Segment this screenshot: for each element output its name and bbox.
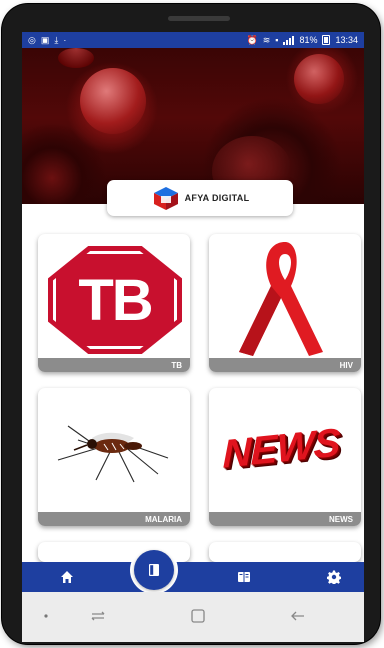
tile-grid: TB TB HIV MALARIA NEWS NEWS — [22, 204, 364, 562]
tile-news[interactable]: NEWS NEWS — [209, 388, 361, 526]
book-icon[interactable] — [237, 570, 251, 584]
tile-hiv[interactable]: HIV — [209, 234, 361, 372]
bookmark-fab-button[interactable] — [134, 550, 174, 590]
tile-label: MALARIA — [38, 512, 190, 526]
bottom-nav-bar — [22, 562, 364, 592]
tile-label: HIV — [209, 358, 361, 372]
battery-icon — [322, 35, 331, 45]
signal-icon — [283, 35, 295, 45]
dot-icon: · — [63, 34, 67, 45]
tile-malaria[interactable]: MALARIA — [38, 388, 190, 526]
tile-tb[interactable]: TB TB — [38, 234, 190, 372]
app-brand-name: AFYA DIGITAL — [184, 193, 250, 203]
status-bar: ◎ ▣ ⤓ · ⏰ ≋ ▪ 81% 13:34 — [22, 32, 364, 48]
back-arrow-icon[interactable] — [288, 606, 308, 626]
tile-label: TB — [38, 358, 190, 372]
tb-sign-text: TB — [53, 251, 177, 349]
bookmark-icon — [149, 564, 159, 576]
news-graphic-text: NEWS — [222, 420, 340, 477]
virus-particle — [294, 54, 344, 104]
system-nav-bar — [22, 592, 364, 642]
sim-icon: ▪ — [275, 34, 279, 45]
app-logo-card: AFYA DIGITAL — [107, 180, 293, 216]
image-icon: ▣ — [40, 34, 50, 45]
home-icon[interactable] — [60, 570, 74, 584]
virus-particle — [58, 48, 94, 68]
gear-icon[interactable] — [327, 570, 341, 584]
alarm-icon: ⏰ — [246, 34, 258, 45]
awareness-ribbon-icon — [239, 242, 323, 356]
recent-apps-icon[interactable] — [88, 606, 108, 626]
download-icon: ⤓ — [54, 34, 59, 45]
speaker-grille — [168, 16, 230, 21]
whatsapp-icon: ◎ — [28, 34, 36, 45]
clock: 13:34 — [335, 35, 358, 45]
wifi-icon: ≋ — [262, 34, 271, 45]
home-button-icon[interactable] — [188, 606, 208, 626]
tile-label: NEWS — [209, 512, 361, 526]
battery-percent: 81% — [299, 35, 318, 45]
tb-stop-sign: TB — [48, 246, 182, 354]
tile-partial[interactable] — [209, 542, 361, 562]
app-logo-icon — [153, 187, 178, 210]
assistant-dot-icon[interactable] — [36, 606, 56, 626]
mosquito-icon — [57, 425, 169, 483]
screen: ◎ ▣ ⤓ · ⏰ ≋ ▪ 81% 13:34 TB TB HIV MALARI… — [22, 32, 364, 642]
virus-particle — [80, 68, 146, 134]
phone-frame: ◎ ▣ ⤓ · ⏰ ≋ ▪ 81% 13:34 TB TB HIV MALARI… — [2, 4, 380, 644]
